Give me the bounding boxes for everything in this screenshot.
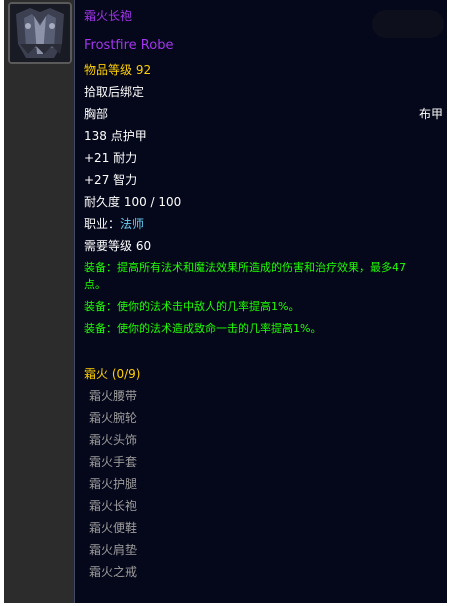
item-level: 物品等级 92 xyxy=(84,63,152,77)
set-piece: 霜火腰带 xyxy=(89,389,138,403)
equip-effect-1: 装备：提高所有法术和魔法效果所造成的伤害和治疗效果，最多47 xyxy=(84,261,406,274)
durability: 耐久度 100 / 100 xyxy=(84,195,182,209)
item-tooltip: 霜火长袍 Frostfire Robe 物品等级 92 拾取后绑定 胸部 布甲 … xyxy=(74,0,447,604)
item-name-cn: 霜火长袍 xyxy=(84,9,133,23)
equip-effect-2: 装备：使你的法术击中敌人的几率提高1%。 xyxy=(84,300,300,313)
corner-decoration xyxy=(372,10,444,38)
icon-column xyxy=(4,0,74,604)
equip-effect-1-cont: 点。 xyxy=(84,278,106,291)
robe-icon[interactable] xyxy=(8,2,72,64)
stat-intellect: +27 智力 xyxy=(84,173,138,187)
set-piece: 霜火长袍 xyxy=(89,499,138,513)
set-piece: 霜火腕轮 xyxy=(89,411,138,425)
item-name-en: Frostfire Robe xyxy=(84,38,174,53)
class-requirement: 职业：法师 xyxy=(84,216,144,232)
class-label: 职业： xyxy=(84,217,121,231)
set-piece: 霜火护腿 xyxy=(89,477,138,491)
set-title: 霜火 (0/9) xyxy=(84,367,141,381)
armor-value: 138 点护甲 xyxy=(84,129,147,143)
required-level: 需要等级 60 xyxy=(84,239,152,253)
set-piece: 霜火肩垫 xyxy=(89,543,138,557)
set-piece: 霜火头饰 xyxy=(89,433,138,447)
set-piece: 霜火手套 xyxy=(89,455,138,469)
class-value: 法师 xyxy=(120,217,145,231)
set-piece: 霜火便鞋 xyxy=(89,521,138,535)
armor-type: 布甲 xyxy=(418,107,443,121)
stat-stamina: +21 耐力 xyxy=(84,151,138,165)
bind-type: 拾取后绑定 xyxy=(84,85,145,99)
equip-slot: 胸部 xyxy=(84,107,109,121)
equip-effect-3: 装备：使你的法术造成致命一击的几率提高1%。 xyxy=(84,322,322,335)
set-piece: 霜火之戒 xyxy=(89,565,138,579)
